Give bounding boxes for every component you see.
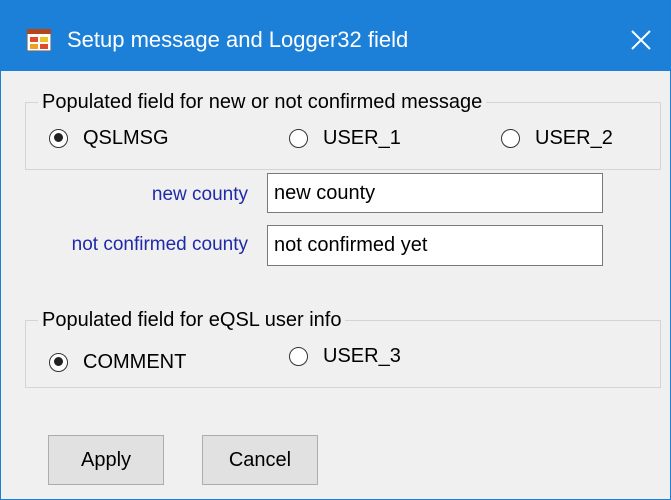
eqsl-field-group-legend: Populated field for eQSL user info	[38, 307, 346, 333]
close-button[interactable]	[619, 19, 663, 61]
radio-user-2-circle[interactable]	[501, 128, 520, 148]
radio-user-2[interactable]: USER_2	[501, 125, 613, 151]
radio-user-1-circle[interactable]	[289, 128, 308, 148]
radio-qslmsg-label: QSLMSG	[83, 127, 169, 149]
radio-user-2-label: USER_2	[535, 127, 613, 149]
radio-qslmsg[interactable]: QSLMSG	[49, 125, 169, 151]
app-icon	[26, 28, 52, 52]
new-county-label: new county	[151, 184, 248, 205]
new-county-input[interactable]	[267, 173, 603, 213]
apply-button[interactable]: Apply	[48, 435, 164, 485]
close-icon	[631, 30, 651, 50]
radio-qslmsg-circle[interactable]	[49, 128, 68, 148]
not-confirmed-county-label: not confirmed county	[71, 234, 248, 255]
radio-user-3[interactable]: USER_3	[289, 343, 401, 369]
title-bar[interactable]: Setup message and Logger32 field	[1, 1, 670, 71]
radio-user-1[interactable]: USER_1	[289, 125, 401, 151]
radio-user-1-label: USER_1	[323, 127, 401, 149]
message-field-group-legend: Populated field for new or not confirmed…	[38, 89, 487, 115]
radio-comment-circle[interactable]	[49, 352, 68, 372]
radio-user-3-circle[interactable]	[289, 346, 308, 366]
radio-comment-label: COMMENT	[83, 351, 187, 373]
not-confirmed-county-input[interactable]	[267, 225, 603, 266]
radio-user-3-label: USER_3	[323, 345, 401, 367]
cancel-button[interactable]: Cancel	[202, 435, 318, 485]
window-title: Setup message and Logger32 field	[67, 27, 409, 52]
radio-comment[interactable]: COMMENT	[49, 349, 186, 375]
dialog-window: Setup message and Logger32 field Populat…	[0, 0, 671, 500]
